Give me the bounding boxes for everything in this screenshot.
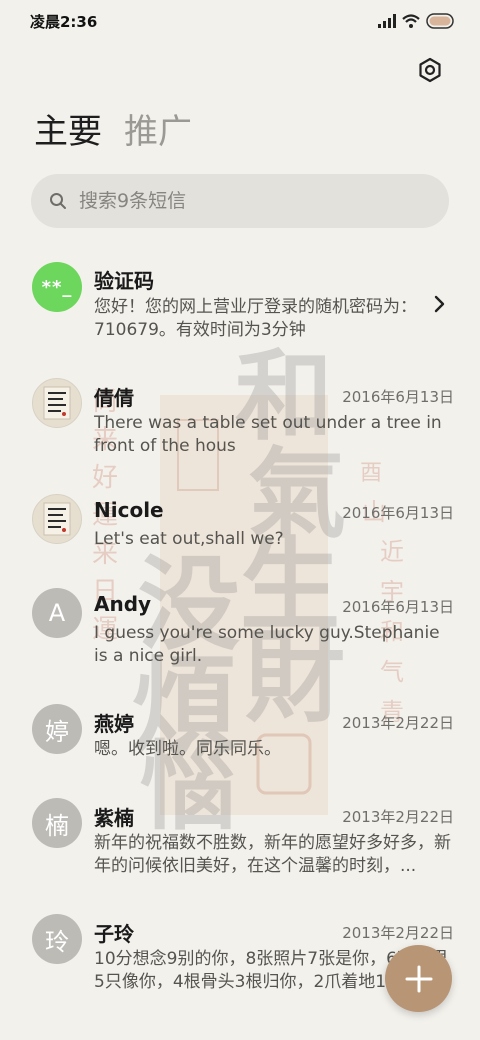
avatar: A bbox=[32, 588, 82, 638]
sender-name: 倩倩 bbox=[94, 386, 134, 410]
message-preview: 您好！您的网上营业厅登录的随机密码为：710679。有效时间为3分钟 bbox=[94, 297, 417, 340]
message-preview: I guess you're some lucky guy.Stephanie … bbox=[94, 623, 440, 666]
settings-icon bbox=[419, 57, 441, 83]
search-bar[interactable] bbox=[31, 174, 449, 228]
list-item-zinan[interactable]: 楠 紫楠 2013年2月22日 新年的祝福数不胜数，新年的愿望好多好多，新年的问… bbox=[0, 792, 480, 892]
sender-name: 验证码 bbox=[94, 269, 154, 293]
search-input[interactable] bbox=[79, 174, 429, 228]
avatar-text: 婷 bbox=[45, 717, 69, 746]
message-date: 2013年2月22日 bbox=[342, 714, 454, 732]
avatar-text: A bbox=[48, 599, 66, 627]
message-date: 2013年2月22日 bbox=[342, 808, 454, 826]
message-preview: There was a table set out under a tree i… bbox=[94, 413, 442, 456]
list-item-andy[interactable]: A Andy 2016年6月13日 I guess you're some lu… bbox=[0, 582, 480, 678]
status-icons bbox=[378, 12, 456, 30]
avatar-text: 玲 bbox=[45, 927, 69, 956]
status-bar: 凌晨2:36 bbox=[0, 0, 480, 44]
sender-name: Andy bbox=[94, 592, 152, 616]
avatar: 婷 bbox=[32, 704, 82, 754]
list-item-nicole[interactable]: Nicole 2016年6月13日 Let's eat out,shall we… bbox=[0, 488, 480, 564]
calligraphy-avatar-image bbox=[43, 386, 71, 420]
list-item-yanting[interactable]: 婷 燕婷 2013年2月22日 嗯。收到啦。同乐同乐。 bbox=[0, 698, 480, 774]
avatar bbox=[32, 378, 82, 428]
tab-promotions[interactable]: 推广 bbox=[124, 108, 192, 156]
avatar-text: **_ bbox=[41, 276, 73, 298]
avatar-text: 楠 bbox=[45, 811, 69, 840]
avatar: 玲 bbox=[32, 914, 82, 964]
calligraphy-avatar-image bbox=[43, 502, 71, 536]
message-preview: 嗯。收到啦。同乐同乐。 bbox=[94, 739, 281, 759]
message-date: 2016年6月13日 bbox=[342, 598, 454, 616]
tab-primary[interactable]: 主要 bbox=[34, 108, 102, 156]
avatar bbox=[32, 494, 82, 544]
message-preview: 新年的祝福数不胜数，新年的愿望好多好多，新年的问候依旧美好，在这个温馨的时刻，.… bbox=[94, 833, 451, 876]
sender-name: 紫楠 bbox=[94, 806, 134, 830]
status-time: 凌晨2:36 bbox=[30, 13, 98, 31]
signal-icon bbox=[378, 14, 396, 28]
message-date: 2013年2月22日 bbox=[342, 924, 454, 942]
search-icon bbox=[50, 193, 66, 209]
sender-name: 子玲 bbox=[94, 922, 134, 946]
plus-icon bbox=[405, 965, 432, 992]
avatar: **_ bbox=[32, 262, 82, 312]
list-item-verification-code[interactable]: **_ 验证码 您好！您的网上营业厅登录的随机密码为：710679。有效时间为3… bbox=[0, 256, 480, 356]
sender-name: Nicole bbox=[94, 498, 164, 522]
message-date: 2016年6月13日 bbox=[342, 504, 454, 522]
message-preview: Let's eat out,shall we? bbox=[94, 529, 284, 549]
avatar: 楠 bbox=[32, 798, 82, 848]
list-item-qianqian[interactable]: 倩倩 2016年6月13日 There was a table set out … bbox=[0, 372, 480, 468]
tab-bar: 主要 推广 bbox=[34, 108, 192, 156]
wifi-icon bbox=[402, 14, 420, 28]
battery-icon bbox=[426, 13, 454, 29]
settings-button[interactable] bbox=[414, 54, 446, 86]
compose-button[interactable] bbox=[385, 945, 452, 1012]
chevron-right-icon bbox=[434, 295, 445, 313]
sender-name: 燕婷 bbox=[94, 712, 134, 736]
message-date: 2016年6月13日 bbox=[342, 388, 454, 406]
